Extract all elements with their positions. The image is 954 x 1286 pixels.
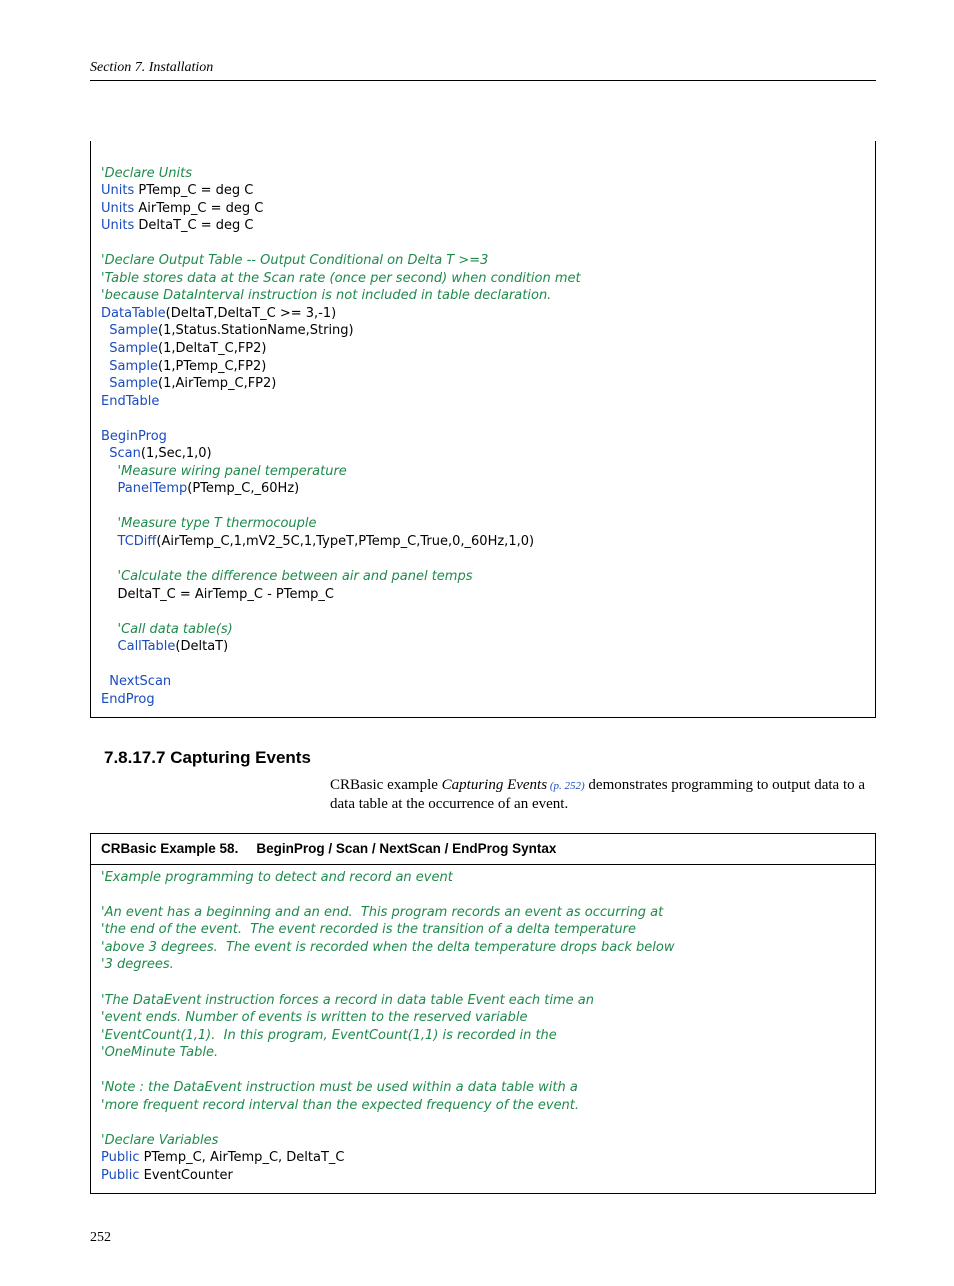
code-line: PTemp_C, AirTemp_C, DeltaT_C: [139, 1150, 344, 1165]
para-text: CRBasic example: [330, 777, 442, 793]
section-paragraph: CRBasic example Capturing Events (p. 252…: [330, 776, 876, 815]
code-line: 'Table stores data at the Scan rate (onc…: [101, 271, 581, 286]
code-line: DataTable: [101, 306, 166, 321]
code-line: Scan: [101, 446, 141, 461]
code-line: 'Note : the DataEvent instruction must b…: [101, 1080, 578, 1095]
code-line: 'Example programming to detect and recor…: [101, 870, 453, 885]
code-line: 'The DataEvent instruction forces a reco…: [101, 993, 594, 1008]
code-line: Units: [101, 201, 134, 216]
code-line: (1,DeltaT_C,FP2): [158, 341, 266, 356]
code-line: 'Call data table(s): [101, 622, 233, 637]
code-line: 'An event has a beginning and an end. Th…: [101, 905, 663, 920]
code-line: TCDiff: [101, 534, 156, 549]
code-line: Sample: [101, 341, 158, 356]
code-line: PTemp_C = deg C: [134, 183, 253, 198]
code-line: (PTemp_C,_60Hz): [187, 481, 299, 496]
code-line: 'Declare Variables: [101, 1133, 218, 1148]
code-line: EventCounter: [139, 1168, 232, 1183]
code-line: 'Declare Units: [101, 166, 192, 181]
code-line: 'Calculate the difference between air an…: [101, 569, 473, 584]
example-title: BeginProg / Scan / NextScan / EndProg Sy…: [256, 841, 556, 856]
code-line: Public: [101, 1150, 139, 1165]
code-line: (1,Status.StationName,String): [158, 323, 354, 338]
cross-reference-page[interactable]: (p. 252): [547, 780, 585, 792]
code-line: (DeltaT,DeltaT_C >= 3,-1): [166, 306, 337, 321]
code-line: 'event ends. Number of events is written…: [101, 1010, 528, 1025]
example-number: CRBasic Example 58.: [101, 841, 238, 856]
cross-reference[interactable]: Capturing Events: [442, 777, 547, 793]
code-example-box: CRBasic Example 58. BeginProg / Scan / Ne…: [90, 833, 876, 1194]
code-line: Units: [101, 183, 134, 198]
code-line: Units: [101, 218, 134, 233]
code-line: NextScan: [101, 674, 171, 689]
code-line: EndTable: [101, 394, 159, 409]
code-line: (1,AirTemp_C,FP2): [158, 376, 276, 391]
code-line: Public: [101, 1168, 139, 1183]
code-line: 'Measure wiring panel temperature: [101, 464, 347, 479]
code-example-lower: 'Example programming to detect and recor…: [101, 869, 865, 1185]
section-heading: 7.8.17.7 Capturing Events: [104, 748, 876, 768]
code-line: EndProg: [101, 692, 155, 707]
code-line: 'more frequent record interval than the …: [101, 1098, 579, 1113]
code-line: CallTable: [101, 639, 175, 654]
code-line: 'EventCount(1,1). In this program, Event…: [101, 1028, 557, 1043]
code-line: BeginProg: [101, 429, 167, 444]
code-line: (1,Sec,1,0): [141, 446, 212, 461]
code-line: 'the end of the event. The event recorde…: [101, 922, 636, 937]
example-title-row: CRBasic Example 58. BeginProg / Scan / Ne…: [91, 834, 875, 865]
code-line: Sample: [101, 359, 158, 374]
code-line: Sample: [101, 323, 158, 338]
code-line: DeltaT_C = AirTemp_C - PTemp_C: [101, 587, 334, 602]
code-line: 'Declare Output Table -- Output Conditio…: [101, 253, 488, 268]
code-example-upper: 'Declare Units Units PTemp_C = deg C Uni…: [90, 141, 876, 718]
section-number: 7.8.17.7: [104, 748, 165, 767]
running-header: Section 7. Installation: [90, 60, 876, 81]
code-line: 'because DataInterval instruction is not…: [101, 288, 551, 303]
code-line: PanelTemp: [101, 481, 187, 496]
code-line: 'above 3 degrees. The event is recorded …: [101, 940, 674, 955]
code-line: (1,PTemp_C,FP2): [158, 359, 266, 374]
code-line: AirTemp_C = deg C: [134, 201, 263, 216]
page-number: 252: [90, 1230, 876, 1246]
code-line: (AirTemp_C,1,mV2_5C,1,TypeT,PTemp_C,True…: [156, 534, 534, 549]
code-line: (DeltaT): [175, 639, 228, 654]
code-line: Sample: [101, 376, 158, 391]
code-line: DeltaT_C = deg C: [134, 218, 253, 233]
code-line: 'Measure type T thermocouple: [101, 516, 317, 531]
code-line: 'OneMinute Table.: [101, 1045, 218, 1060]
code-line: '3 degrees.: [101, 957, 174, 972]
section-title: Capturing Events: [170, 748, 311, 767]
